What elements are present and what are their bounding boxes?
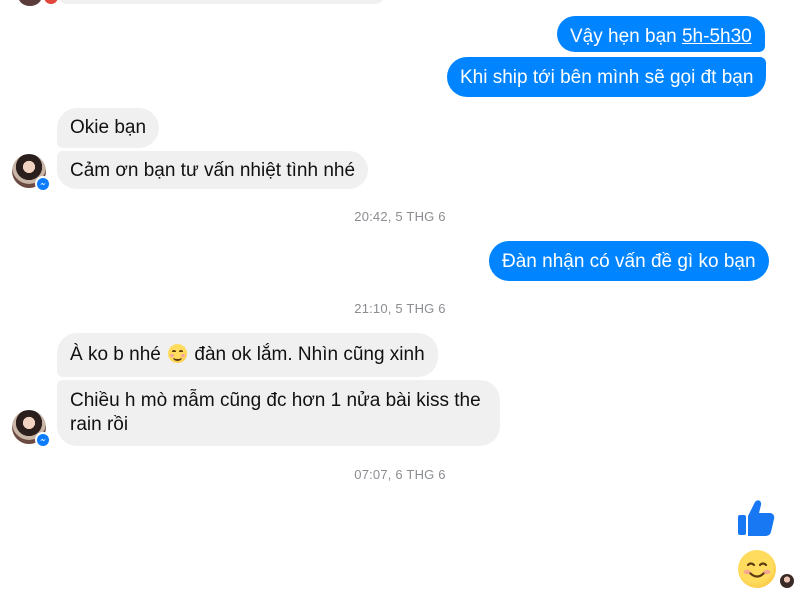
outgoing-message-bubble[interactable]: Khi ship tới bên mình sẽ gọi đt bạn bbox=[447, 57, 767, 97]
message-link[interactable]: 5h-5h30 bbox=[682, 26, 752, 47]
messenger-icon bbox=[35, 432, 51, 448]
messenger-badge-icon bbox=[44, 0, 58, 4]
incoming-message-bubble[interactable]: Okie bạn bbox=[57, 108, 160, 148]
message-text-line: rain rồi bbox=[70, 414, 129, 435]
smiling-face-emoji bbox=[168, 344, 188, 363]
message-text: đàn ok lắm. Nhìn cũng xinh bbox=[189, 344, 425, 365]
message-text: Okie bạn bbox=[70, 117, 147, 138]
message-timestamp: 21:10, 5 THG 6 bbox=[354, 301, 446, 316]
message-text: Đàn nhận có vấn đề gì ko bạn bbox=[502, 251, 756, 272]
outgoing-message-bubble[interactable]: Vậy hẹn bạn 5h-5h30 bbox=[557, 16, 765, 52]
contact-avatar[interactable] bbox=[12, 154, 51, 192]
incoming-message-bubble[interactable]: À ko b nhé đàn ok lắm. Nhìn cũng xinh bbox=[57, 333, 438, 377]
smiling-face-emoji bbox=[738, 550, 776, 588]
message-text: Vậy hẹn bạn bbox=[570, 26, 682, 47]
incoming-message-bubble[interactable]: Chiều h mò mẫm cũng đc hơn 1 nửa bài kis… bbox=[57, 380, 500, 446]
messenger-icon bbox=[35, 176, 51, 192]
message-timestamp: 20:42, 5 THG 6 bbox=[354, 209, 446, 224]
message-timestamp: 07:07, 6 THG 6 bbox=[354, 467, 446, 482]
incoming-message-bubble[interactable]: Cảm ơn bạn tư vấn nhiệt tình nhé bbox=[57, 151, 369, 189]
message-text: À ko b nhé bbox=[70, 344, 167, 365]
message-text: Cảm ơn bạn tư vấn nhiệt tình nhé bbox=[70, 160, 356, 181]
message-text-line: Chiều h mò mẫm cũng đc hơn 1 nửa bài kis… bbox=[70, 390, 481, 411]
read-receipt-avatar bbox=[780, 574, 794, 588]
thumbs-up-icon[interactable] bbox=[736, 498, 776, 538]
message-text: Khi ship tới bên mình sẽ gọi đt bạn bbox=[460, 67, 754, 88]
outgoing-message-bubble[interactable]: Đàn nhận có vấn đề gì ko bạn bbox=[489, 241, 769, 281]
avatar bbox=[18, 0, 42, 6]
incoming-message-bubble-partial bbox=[56, 0, 386, 4]
contact-avatar[interactable] bbox=[12, 410, 51, 448]
